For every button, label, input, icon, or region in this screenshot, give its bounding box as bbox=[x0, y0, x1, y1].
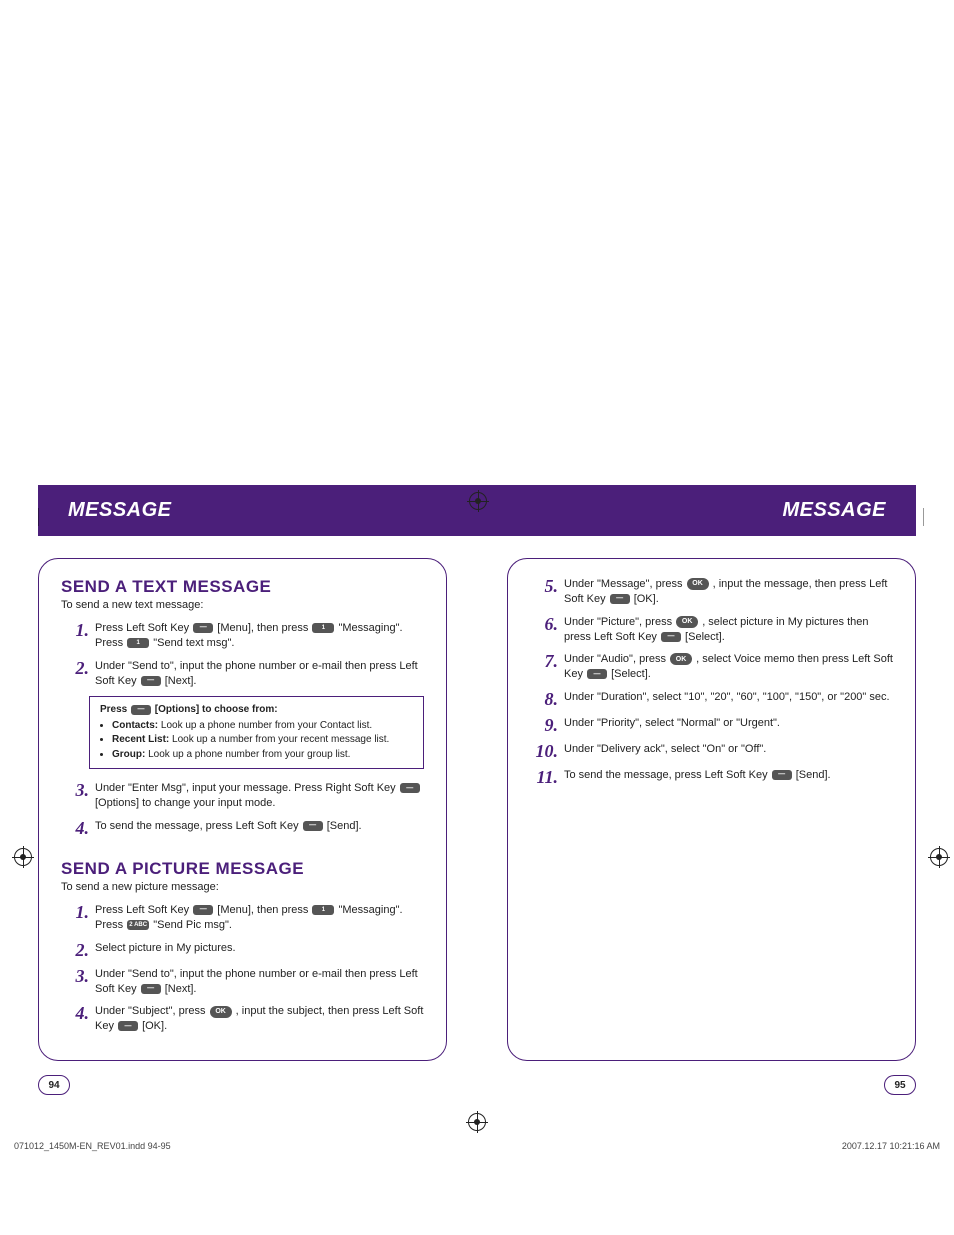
step-number: 2 bbox=[61, 941, 95, 959]
step-number: 3 bbox=[61, 781, 95, 799]
one-key-icon: 1 bbox=[127, 638, 149, 648]
registration-mark-icon bbox=[14, 848, 32, 866]
step-text: To send the message, press Left Soft Key… bbox=[564, 768, 893, 783]
step-item: 6 Under "Picture", press OK , select pic… bbox=[530, 615, 893, 645]
softkey-icon: — bbox=[400, 783, 420, 793]
section-heading: SEND A TEXT MESSAGE bbox=[61, 577, 424, 597]
softkey-icon: — bbox=[772, 770, 792, 780]
step-text: Under "Duration", select "10", "20", "60… bbox=[564, 690, 893, 705]
step-number: 6 bbox=[530, 615, 564, 633]
step-number: 5 bbox=[530, 577, 564, 595]
step-item: 11 To send the message, press Left Soft … bbox=[530, 768, 893, 786]
step-text: Under "Priority", select "Normal" or "Ur… bbox=[564, 716, 893, 731]
softkey-icon: — bbox=[193, 905, 213, 915]
ok-key-icon: OK bbox=[676, 616, 698, 628]
step-item: 1 Press Left Soft Key — [Menu], then pre… bbox=[61, 621, 424, 651]
step-number: 10 bbox=[530, 742, 564, 760]
crop-tick bbox=[38, 508, 39, 526]
registration-mark-icon bbox=[930, 848, 948, 866]
softkey-icon: — bbox=[193, 623, 213, 633]
two-key-icon: 2 ABC bbox=[127, 920, 149, 930]
crop-tick bbox=[923, 508, 924, 526]
header-title-left: MESSAGE bbox=[68, 499, 172, 522]
registration-mark-icon bbox=[468, 1113, 486, 1131]
step-text: Press Left Soft Key — [Menu], then press… bbox=[95, 903, 424, 933]
tip-box: Press — [Options] to choose from: Contac… bbox=[89, 696, 424, 769]
step-item: 8 Under "Duration", select "10", "20", "… bbox=[530, 690, 893, 708]
step-text: Under "Subject", press OK , input the su… bbox=[95, 1004, 424, 1034]
step-number: 7 bbox=[530, 652, 564, 670]
header-title-right: MESSAGE bbox=[782, 499, 886, 522]
step-text: To send the message, press Left Soft Key… bbox=[95, 819, 424, 834]
step-item: 5 Under "Message", press OK , input the … bbox=[530, 577, 893, 607]
step-item: 10 Under "Delivery ack", select "On" or … bbox=[530, 742, 893, 760]
top-margin-area bbox=[0, 0, 954, 485]
page-number-left: 94 bbox=[38, 1075, 70, 1095]
step-item: 3 Under "Send to", input the phone numbe… bbox=[61, 967, 424, 997]
step-item: 7 Under "Audio", press OK , select Voice… bbox=[530, 652, 893, 682]
section-intro: To send a new picture message: bbox=[61, 881, 424, 893]
softkey-icon: — bbox=[587, 669, 607, 679]
softkey-icon: — bbox=[610, 594, 630, 604]
footer-filename: 071012_1450M-EN_REV01.indd 94-95 bbox=[14, 1141, 171, 1151]
page-number-row: 94 95 bbox=[0, 1071, 954, 1095]
softkey-icon: — bbox=[141, 984, 161, 994]
ok-key-icon: OK bbox=[687, 578, 709, 590]
one-key-icon: 1 bbox=[312, 623, 334, 633]
step-item: 9 Under "Priority", select "Normal" or "… bbox=[530, 716, 893, 734]
page-right: 5 Under "Message", press OK , input the … bbox=[507, 558, 916, 1061]
step-item: 3 Under "Enter Msg", input your message.… bbox=[61, 781, 424, 811]
step-number: 3 bbox=[61, 967, 95, 985]
step-text: Under "Enter Msg", input your message. P… bbox=[95, 781, 424, 811]
registration-mark-icon bbox=[469, 492, 487, 510]
page-left: SEND A TEXT MESSAGE To send a new text m… bbox=[38, 558, 447, 1061]
step-number: 1 bbox=[61, 903, 95, 921]
footer-timestamp: 2007.12.17 10:21:16 AM bbox=[842, 1141, 940, 1151]
softkey-icon: — bbox=[661, 632, 681, 642]
softkey-icon: — bbox=[303, 821, 323, 831]
step-text: Under "Delivery ack", select "On" or "Of… bbox=[564, 742, 893, 757]
step-text: Press Left Soft Key — [Menu], then press… bbox=[95, 621, 424, 651]
step-text: Under "Send to", input the phone number … bbox=[95, 967, 424, 997]
registration-row bbox=[0, 1095, 954, 1111]
step-number: 11 bbox=[530, 768, 564, 786]
ok-key-icon: OK bbox=[210, 1006, 232, 1018]
tip-list: Contacts: Look up a phone number from yo… bbox=[100, 719, 413, 762]
step-number: 4 bbox=[61, 819, 95, 837]
step-number: 9 bbox=[530, 716, 564, 734]
softkey-icon: — bbox=[118, 1021, 138, 1031]
step-number: 4 bbox=[61, 1004, 95, 1022]
list-item: Contacts: Look up a phone number from yo… bbox=[112, 719, 413, 733]
content-area: SEND A TEXT MESSAGE To send a new text m… bbox=[0, 536, 954, 1071]
softkey-icon: — bbox=[131, 705, 151, 715]
step-number: 8 bbox=[530, 690, 564, 708]
section-heading: SEND A PICTURE MESSAGE bbox=[61, 859, 424, 879]
list-item: Group: Look up a phone number from your … bbox=[112, 748, 413, 762]
step-item: 1 Press Left Soft Key — [Menu], then pre… bbox=[61, 903, 424, 933]
step-number: 1 bbox=[61, 621, 95, 639]
one-key-icon: 1 bbox=[312, 905, 334, 915]
step-text: Under "Picture", press OK , select pictu… bbox=[564, 615, 893, 645]
list-item: Recent List: Look up a number from your … bbox=[112, 733, 413, 747]
step-number: 2 bbox=[61, 659, 95, 677]
page-number-right: 95 bbox=[884, 1075, 916, 1095]
step-text: Under "Audio", press OK , select Voice m… bbox=[564, 652, 893, 682]
step-item: 4 To send the message, press Left Soft K… bbox=[61, 819, 424, 837]
section-intro: To send a new text message: bbox=[61, 599, 424, 611]
ok-key-icon: OK bbox=[670, 653, 692, 665]
step-item: 2 Select picture in My pictures. bbox=[61, 941, 424, 959]
tip-header: Press — [Options] to choose from: bbox=[100, 703, 413, 717]
step-item: 4 Under "Subject", press OK , input the … bbox=[61, 1004, 424, 1034]
step-text: Under "Send to", input the phone number … bbox=[95, 659, 424, 689]
softkey-icon: — bbox=[141, 676, 161, 686]
step-text: Select picture in My pictures. bbox=[95, 941, 424, 956]
step-item: 2 Under "Send to", input the phone numbe… bbox=[61, 659, 424, 689]
step-text: Under "Message", press OK , input the me… bbox=[564, 577, 893, 607]
